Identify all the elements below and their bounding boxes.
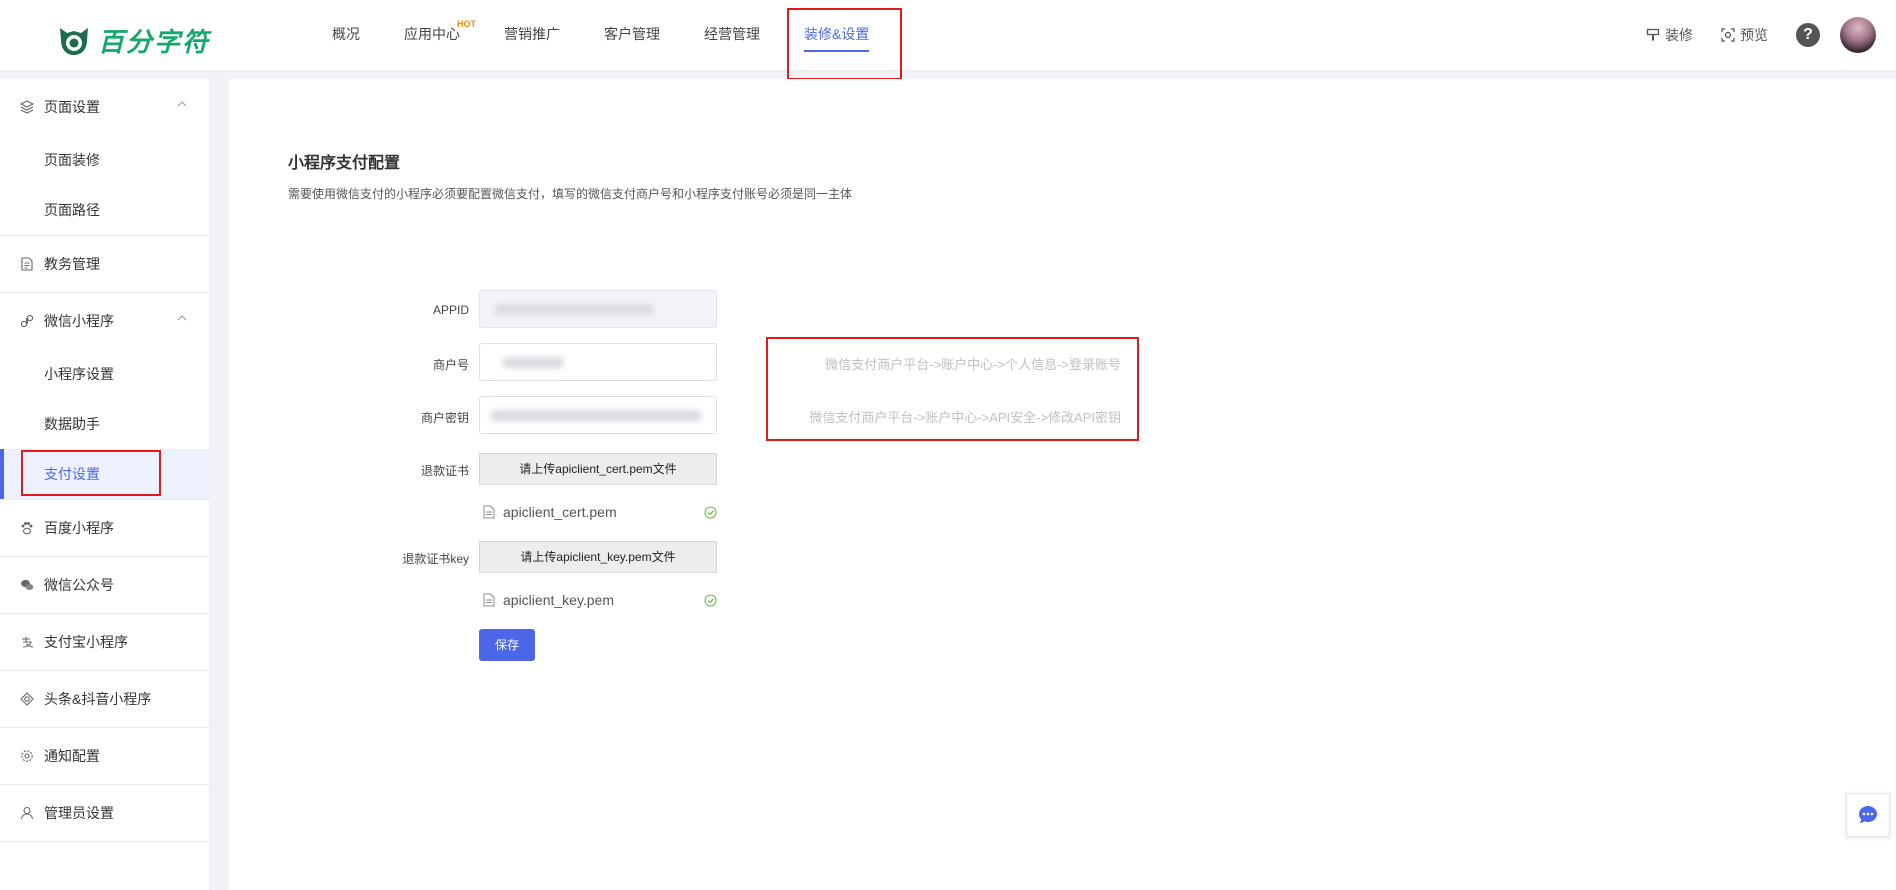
check-circle-icon xyxy=(704,593,717,607)
sidebar-item-page-path[interactable]: 页面路径 xyxy=(0,185,209,235)
nav-highlight-box xyxy=(787,8,902,80)
header-actions: 装修 预览 ? xyxy=(1646,0,1876,70)
nav-overview[interactable]: 概况 xyxy=(310,0,382,70)
nav-marketing[interactable]: 营销推广 xyxy=(482,0,582,70)
layers-icon xyxy=(20,100,34,114)
nav-label: 营销推广 xyxy=(504,26,560,42)
sidebar-item-label: 支付宝小程序 xyxy=(44,634,128,650)
appid-field xyxy=(479,290,717,328)
cert-upload-button[interactable]: 请上传apiclient_cert.pem文件 xyxy=(479,453,717,485)
sidebar-item-page-settings[interactable]: 页面设置 xyxy=(0,79,209,135)
sidebar-item-label: 微信小程序 xyxy=(44,313,114,329)
cert-file-name: apiclient_cert.pem xyxy=(503,504,617,520)
merchant-id-field[interactable] xyxy=(479,343,717,381)
merchant-secret-field[interactable] xyxy=(479,396,717,434)
mini-program-icon xyxy=(20,314,34,328)
sidebar-highlight-box xyxy=(21,450,161,496)
appid-label: APPID xyxy=(432,303,469,317)
page-title: 小程序支付配置 xyxy=(288,155,401,172)
sidebar-item-label: 管理员设置 xyxy=(44,805,114,821)
sidebar-group-wechat-oa: 微信公众号 xyxy=(0,557,209,614)
cert-file-row[interactable]: apiclient_cert.pem xyxy=(483,501,717,523)
sidebar-item-page-decorate[interactable]: 页面装修 xyxy=(0,135,209,185)
gear-icon xyxy=(21,750,33,762)
secret-label: 商户密钥 xyxy=(420,411,469,425)
nav-label: 客户管理 xyxy=(604,26,660,42)
chat-icon xyxy=(1859,806,1877,824)
sidebar-item-data-assistant[interactable]: 数据助手 xyxy=(0,399,209,449)
sidebar-item-notify[interactable]: 通知配置 xyxy=(0,728,209,784)
sidebar-item-admin[interactable]: 管理员设置 xyxy=(0,785,209,841)
merchant-secret-hint: 微信支付商户平台->账户中心->API安全->修改API密钥 xyxy=(809,410,1121,425)
help-icon[interactable]: ? xyxy=(1796,23,1820,47)
sidebar-item-label: 通知配置 xyxy=(44,748,100,764)
sidebar-item-label: 头条&抖音小程序 xyxy=(44,691,152,707)
sidebar-group-notify: 通知配置 xyxy=(0,728,209,785)
preview-label: 预览 xyxy=(1740,27,1768,43)
nav-label: 经营管理 xyxy=(704,26,760,42)
sidebar-item-toutiao[interactable]: 头条&抖音小程序 xyxy=(0,671,209,727)
file-icon xyxy=(483,593,495,607)
toutiao-icon xyxy=(20,692,34,706)
sidebar-item-wechat-oa[interactable]: 微信公众号 xyxy=(0,557,209,613)
paw-icon xyxy=(21,522,33,535)
decorate-button[interactable]: 装修 xyxy=(1646,25,1693,45)
sidebar-group-admin: 管理员设置 xyxy=(0,785,209,842)
key-file-row[interactable]: apiclient_key.pem xyxy=(483,589,717,611)
preview-button[interactable]: 预览 xyxy=(1721,25,1768,45)
document-icon xyxy=(21,257,33,271)
redacted-value xyxy=(494,304,654,315)
redacted-value xyxy=(502,357,564,368)
check-circle-icon xyxy=(704,505,717,519)
sidebar-group-baidu: 百度小程序 xyxy=(0,500,209,557)
hot-badge: HOT xyxy=(457,19,476,29)
nav-label: 应用中心 xyxy=(404,26,460,42)
chevron-up-icon xyxy=(177,315,187,321)
nav-customers[interactable]: 客户管理 xyxy=(582,0,682,70)
user-icon xyxy=(20,806,34,820)
sidebar-item-alipay[interactable]: 支付宝小程序 xyxy=(0,614,209,670)
sidebar-group-academic: 教务管理 xyxy=(0,236,209,293)
main-content: 小程序支付配置 需要使用微信支付的小程序必须要配置微信支付，填写的微信支付商户号… xyxy=(229,79,1896,890)
cert-label: 退款证书 xyxy=(420,464,469,478)
sidebar-item-wechat-mini[interactable]: 微信小程序 xyxy=(0,293,209,349)
merchant-id-hint: 微信支付商户平台->账户中心->个人信息->登录账号 xyxy=(825,357,1121,372)
sidebar-item-mini-settings[interactable]: 小程序设置 xyxy=(0,349,209,399)
sidebar-group-alipay: 支付宝小程序 xyxy=(0,614,209,671)
nav-app-center[interactable]: 应用中心 HOT xyxy=(382,0,482,70)
chevron-up-icon xyxy=(177,101,187,107)
sidebar-item-label: 教务管理 xyxy=(44,256,100,272)
wechat-icon xyxy=(21,579,34,590)
page-description: 需要使用微信支付的小程序必须要配置微信支付，填写的微信支付商户号和小程序支付账号… xyxy=(288,187,853,201)
sidebar-item-label: 百度小程序 xyxy=(44,520,114,536)
sidebar-item-label: 微信公众号 xyxy=(44,577,114,593)
sidebar-item-label: 页面设置 xyxy=(44,99,100,115)
chat-float-button[interactable] xyxy=(1846,793,1890,837)
sidebar-item-baidu[interactable]: 百度小程序 xyxy=(0,500,209,556)
nav-operations[interactable]: 经营管理 xyxy=(682,0,782,70)
alipay-icon xyxy=(22,637,34,648)
logo-icon xyxy=(60,28,88,55)
sidebar-group-page-settings: 页面设置 页面装修 页面路径 xyxy=(0,79,209,236)
preview-icon xyxy=(1721,28,1735,42)
merchant-label: 商户号 xyxy=(432,358,469,372)
redacted-value xyxy=(490,410,702,421)
decorate-label: 装修 xyxy=(1665,27,1693,43)
file-icon xyxy=(483,505,495,519)
top-header: 百分字符 概况 应用中心 HOT 营销推广 客户管理 经营管理 装修&设置 装修 … xyxy=(0,0,1896,71)
key-upload-button[interactable]: 请上传apiclient_key.pem文件 xyxy=(479,541,717,573)
sidebar-group-toutiao: 头条&抖音小程序 xyxy=(0,671,209,728)
key-label: 退款证书key xyxy=(402,552,469,566)
hint-highlight-box: 微信支付商户平台->账户中心->个人信息->登录账号 微信支付商户平台->账户中… xyxy=(766,337,1139,441)
nav-label: 概况 xyxy=(332,26,360,42)
save-button[interactable]: 保存 xyxy=(479,629,535,661)
avatar[interactable] xyxy=(1840,17,1876,53)
sidebar-item-academic[interactable]: 教务管理 xyxy=(0,236,209,292)
logo[interactable]: 百分字符 xyxy=(56,20,210,60)
brand-name: 百分字符 xyxy=(98,26,211,57)
brush-icon xyxy=(1646,28,1660,41)
key-file-name: apiclient_key.pem xyxy=(503,592,615,608)
